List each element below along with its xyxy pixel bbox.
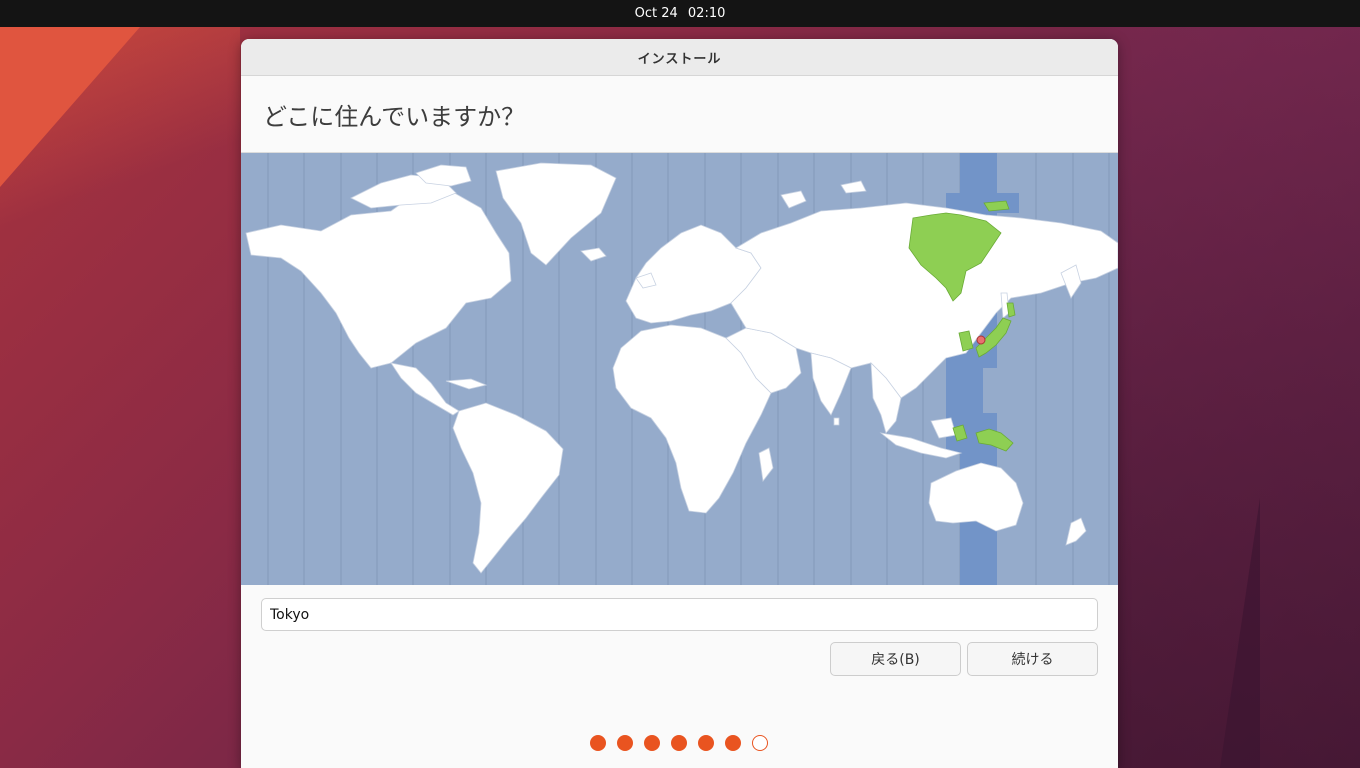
clock-time: 02:10 — [687, 6, 726, 21]
page-title: どこに住んでいますか？ — [241, 76, 1118, 153]
timezone-map[interactable] — [241, 153, 1118, 585]
progress-dot — [725, 735, 741, 751]
progress-dot — [698, 735, 714, 751]
world-map[interactable] — [241, 153, 1118, 585]
top-bar: Oct 24 02:10 — [0, 0, 1360, 27]
city-marker[interactable] — [976, 335, 986, 345]
installer-window: インストール どこに住んでいますか？ Tokyo 戻る(B) 続ける — [241, 39, 1118, 768]
clock[interactable]: Oct 24 02:10 — [632, 6, 729, 21]
back-button[interactable]: 戻る(B) — [830, 642, 961, 676]
progress-dot — [644, 735, 660, 751]
progress-dot — [617, 735, 633, 751]
continue-button[interactable]: 続ける — [967, 642, 1098, 676]
timezone-field-wrapper — [261, 598, 1098, 631]
wallpaper-shape — [1220, 498, 1260, 768]
window-title: インストール — [637, 51, 722, 67]
progress-dots — [590, 735, 768, 751]
window-titlebar[interactable]: インストール — [241, 39, 1118, 76]
timezone-input[interactable] — [261, 598, 1098, 631]
progress-dot — [590, 735, 606, 751]
progress-dot — [671, 735, 687, 751]
clock-date: Oct 24 — [634, 6, 678, 21]
progress-dot — [752, 735, 768, 751]
wallpaper-shape — [0, 27, 140, 187]
